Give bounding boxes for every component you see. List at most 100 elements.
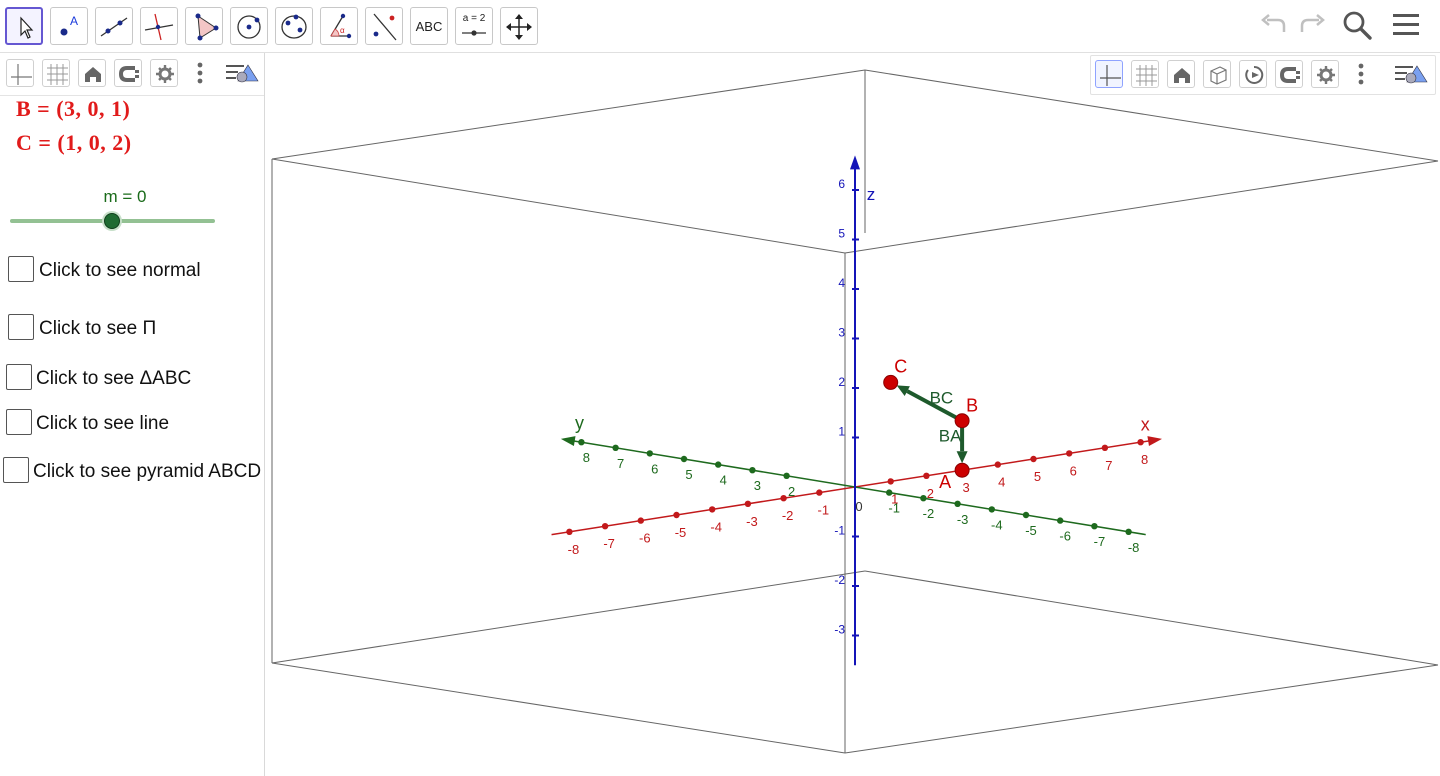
point-a-label: A [939,472,951,492]
show-grid-button[interactable] [1131,60,1159,88]
cube-icon [1210,66,1227,85]
polygon-tool-button[interactable] [185,7,223,45]
text-tool-button[interactable]: ABC [410,7,448,45]
x-axis-tick [1137,439,1144,446]
x-axis-tick [1066,450,1073,457]
rotate-icon [1245,65,1264,84]
show-axes-button[interactable] [6,59,34,87]
checkbox-pyramid-label: Click to see pyramid ABCD [33,461,262,482]
point-b-definition[interactable]: B = (3, 0, 1) [16,96,130,122]
grid-icon [47,64,68,85]
y-axis-label: y [575,413,584,433]
y-axis-tick [1091,523,1098,530]
x-axis-label: x [1141,415,1150,435]
z-tick-label: 3 [838,326,845,340]
more-icon[interactable] [192,61,208,87]
show-axes-button[interactable] [1095,60,1123,88]
x-axis-arrow [1147,436,1163,446]
axes-icon [1100,65,1121,86]
line-tool-button[interactable] [95,7,133,45]
checkbox-line-label: Click to see line [36,413,170,434]
line-icon [100,17,128,37]
checkbox-plane-box[interactable] [8,314,34,340]
point-a [954,462,970,478]
point-tool-button[interactable]: A [50,7,88,45]
point-b-label: B [966,396,978,416]
home-button[interactable] [78,59,106,87]
graphics-3d-style-bar [1090,55,1436,95]
y-axis-tick [749,467,756,474]
y-axis-tick [988,506,995,513]
conic-tool-button[interactable] [275,7,313,45]
x-axis-tick [709,506,716,513]
x-tick-label: 4 [998,475,1005,490]
style-bar-toggle-icon[interactable] [224,61,260,87]
algebra-style-bar [0,53,264,96]
checkbox-line-box[interactable] [6,409,32,435]
move-view-tool-button[interactable] [500,7,538,45]
y-tick-label: -1 [888,501,900,516]
checkbox-triangle-box[interactable] [6,364,32,390]
more-icon[interactable] [1353,62,1369,88]
redo-icon[interactable] [1294,8,1328,44]
reflect-tool-button[interactable] [365,7,403,45]
y-tick-label: -8 [1128,540,1140,555]
settings-button[interactable] [1311,60,1339,88]
clipping-box-button[interactable] [1203,60,1231,88]
snap-button[interactable] [114,59,142,87]
y-tick-label: 6 [651,461,658,476]
cursor-arrow-icon [20,16,34,39]
move-tool-button[interactable] [5,7,43,45]
graphics-3d-view[interactable]: -8 -7 -6 -5 -4 -3 -2 -1 1 2 3 4 5 6 7 8 8 7 6 5 4 3 2 -1 -2 -3 -4 -… [265,53,1440,776]
svg-text:α: α [340,26,345,35]
x-tick-label: -8 [568,542,580,557]
angle-icon: α [330,13,352,39]
x-tick-label: 7 [1105,458,1112,473]
y-axis-tick [1022,511,1030,519]
style-bar-toggle-icon[interactable] [1393,62,1429,88]
perpendicular-line-icon [144,13,174,41]
checkbox-plane-label: Click to see Π [39,318,157,339]
snap-button[interactable] [1275,60,1303,88]
z-axis-label: z [867,185,876,204]
x-tick-label: 6 [1070,463,1077,478]
checkbox-pyramid-box[interactable] [3,457,29,483]
slider-tool-button[interactable]: a = 2 [455,7,493,45]
show-grid-button[interactable] [42,59,70,87]
x-tick-label: -2 [782,508,794,523]
y-tick-label: 5 [685,467,692,482]
x-tick-label: 2 [927,486,934,501]
x-tick-label: -3 [746,514,758,529]
y-axis-tick [1125,528,1132,535]
x-axis-tick [923,472,930,479]
vector-ba-arrowhead [956,451,968,464]
search-icon[interactable] [1340,8,1376,44]
undo-icon[interactable] [1258,8,1292,44]
circle-tool-button[interactable] [230,7,268,45]
vector-bc-label: BC [930,389,954,408]
checkbox-normal-label: Click to see normal [39,260,201,281]
x-tick-label: -6 [639,531,651,546]
slider-m-knob[interactable] [104,213,120,229]
menu-icon[interactable] [1390,8,1426,44]
graphics-3d-canvas[interactable]: -8 -7 -6 -5 -4 -3 -2 -1 1 2 3 4 5 6 7 8 8 7 6 5 4 3 2 -1 -2 -3 -4 -… [265,53,1440,776]
angle-tool-button[interactable]: α [320,7,358,45]
x-tick-label: -1 [818,503,830,518]
y-tick-label: -5 [1025,523,1037,538]
home-button[interactable] [1167,60,1195,88]
checkbox-pyramid[interactable]: Click to see pyramid ABCD [3,457,264,485]
checkbox-normal-box[interactable] [8,256,34,282]
x-axis-tick [780,495,787,502]
circle-icon [237,15,261,39]
settings-button[interactable] [150,59,178,87]
point-c-definition[interactable]: C = (1, 0, 2) [16,130,132,156]
y-axis-tick [715,461,722,468]
svg-text:A: A [70,14,78,28]
axes-icon [11,64,32,85]
z-tick-label: 1 [838,425,845,439]
y-tick-label: -4 [991,517,1003,532]
perpendicular-line-tool-button[interactable] [140,7,178,45]
rotate-view-button[interactable] [1239,60,1267,88]
y-axis-tick [578,439,585,446]
x-axis-tick [673,511,680,519]
